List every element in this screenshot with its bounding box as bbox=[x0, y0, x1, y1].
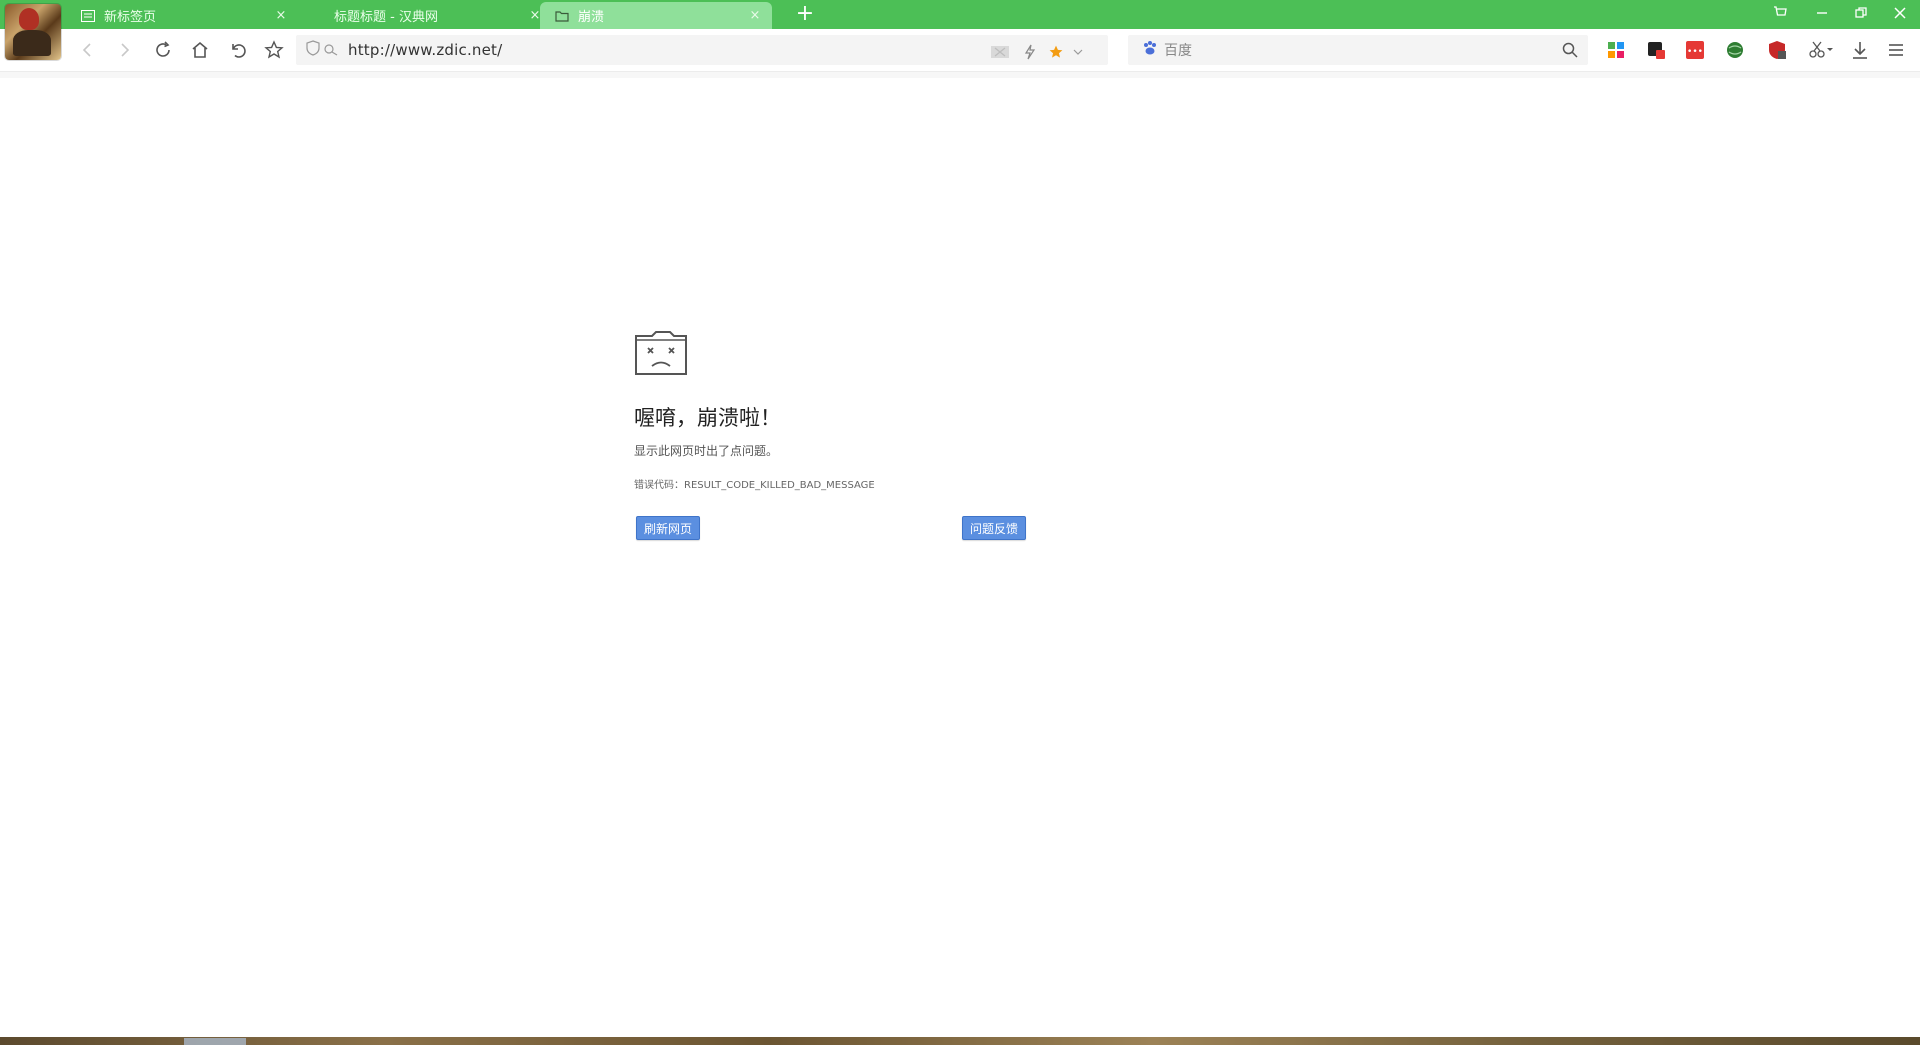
crash-description: 显示此网页时出了点问题。 bbox=[634, 444, 779, 458]
home-icon[interactable] bbox=[188, 38, 212, 62]
tab-title: 新标签页 bbox=[104, 10, 157, 25]
chevron-down-icon[interactable] bbox=[1068, 42, 1088, 62]
feedback-button[interactable]: 问题反馈 bbox=[962, 516, 1026, 540]
tab-title: 崩溃 bbox=[578, 10, 605, 25]
tab-crashed[interactable]: 崩溃 × bbox=[540, 2, 772, 29]
bookmark-star-icon[interactable] bbox=[262, 38, 286, 62]
extension-red-icon[interactable]: ••• bbox=[1683, 38, 1707, 62]
avatar-figure bbox=[19, 8, 39, 30]
favorite-star-icon[interactable] bbox=[1046, 42, 1066, 62]
baidu-paw-icon[interactable] bbox=[1142, 40, 1158, 60]
grid-page-icon bbox=[80, 9, 96, 23]
undo-close-tab-icon[interactable] bbox=[225, 38, 249, 62]
url-text[interactable]: http://www.zdic.net/ bbox=[348, 41, 502, 59]
search-engine-label: 百度 bbox=[1164, 43, 1192, 59]
svg-text:•••: ••• bbox=[1687, 47, 1703, 57]
toolbar-separator bbox=[0, 72, 1920, 78]
folder-icon bbox=[554, 9, 570, 23]
address-bar[interactable]: http://www.zdic.net/ bbox=[296, 35, 1108, 65]
forward-button[interactable] bbox=[112, 38, 136, 62]
reload-icon[interactable] bbox=[151, 38, 175, 62]
extension-dark-icon[interactable] bbox=[1644, 38, 1668, 62]
security-shield-icon[interactable] bbox=[306, 40, 320, 60]
restore-button[interactable] bbox=[1843, 0, 1879, 29]
error-code: 错误代码：RESULT_CODE_KILLED_BAD_MESSAGE bbox=[634, 480, 875, 491]
search-icon[interactable] bbox=[1562, 42, 1578, 62]
search-bar[interactable]: 百度 bbox=[1128, 35, 1588, 65]
close-window-button[interactable] bbox=[1882, 0, 1918, 29]
user-avatar[interactable] bbox=[5, 4, 61, 60]
download-icon[interactable] bbox=[1848, 38, 1872, 62]
menu-icon[interactable] bbox=[1884, 38, 1908, 62]
reader-mode-icon[interactable] bbox=[990, 42, 1010, 62]
tab-zdic[interactable]: 标题标题 - 汉典网 × bbox=[320, 2, 552, 29]
sad-folder-icon bbox=[634, 328, 688, 380]
site-info-icon[interactable] bbox=[324, 41, 338, 60]
cart-icon[interactable] bbox=[1762, 0, 1798, 29]
toolbar: http://www.zdic.net/ 百度 ••• bbox=[0, 29, 1920, 72]
tab-strip: 新标签页 × 标题标题 - 汉典网 × 崩溃 × + bbox=[0, 0, 1920, 29]
tab-close-icon[interactable]: × bbox=[748, 8, 762, 23]
minimize-button[interactable] bbox=[1804, 0, 1840, 29]
new-tab-button[interactable]: + bbox=[792, 2, 818, 28]
crash-title: 喔唷，崩溃啦！ bbox=[634, 406, 781, 430]
globe-extension-icon[interactable] bbox=[1723, 38, 1747, 62]
taskbar-item[interactable] bbox=[184, 1038, 246, 1045]
lightning-icon[interactable] bbox=[1020, 42, 1040, 62]
back-button[interactable] bbox=[76, 38, 100, 62]
reload-page-button[interactable]: 刷新网页 bbox=[636, 516, 700, 540]
tab-title: 标题标题 - 汉典网 bbox=[334, 10, 438, 25]
apps-grid-icon[interactable] bbox=[1604, 38, 1628, 62]
desktop-taskbar bbox=[0, 1037, 1920, 1045]
tab-close-icon[interactable]: × bbox=[274, 8, 288, 23]
security-extension-icon[interactable] bbox=[1765, 38, 1789, 62]
avatar-figure-body bbox=[13, 30, 51, 56]
tab-new-tab[interactable]: 新标签页 × bbox=[66, 2, 298, 29]
screenshot-scissors-icon[interactable] bbox=[1806, 38, 1836, 62]
